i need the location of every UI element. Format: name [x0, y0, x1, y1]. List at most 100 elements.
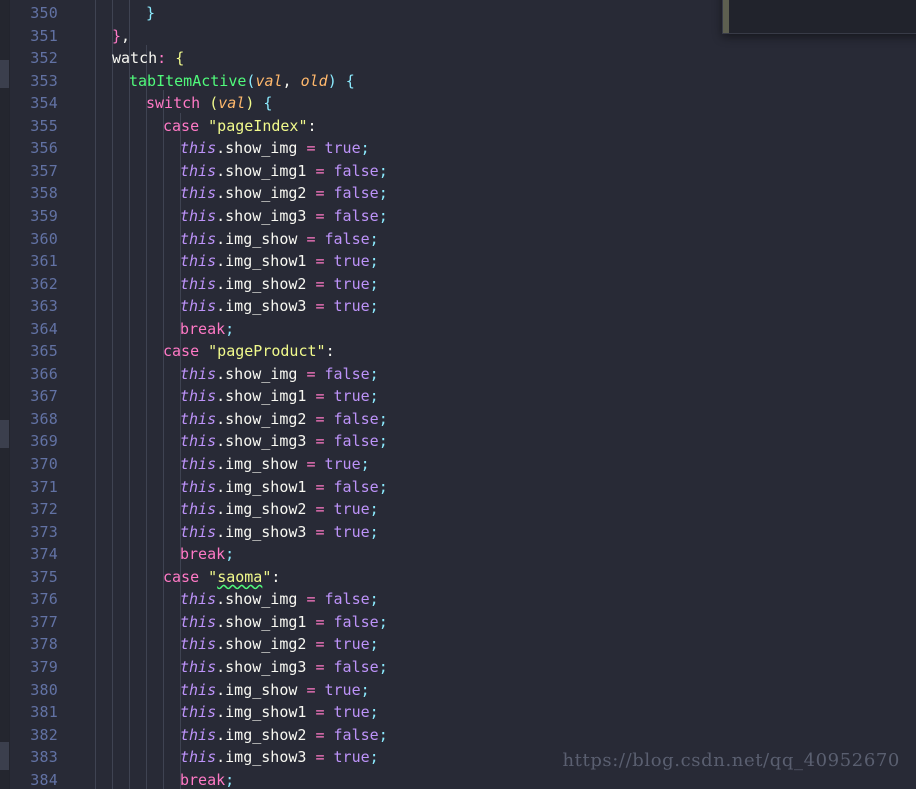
code-token: [325, 523, 334, 541]
code-token: false: [334, 658, 379, 676]
code-line[interactable]: 375case "saoma":: [0, 566, 916, 589]
code-line[interactable]: 378this.show_img2 = true;: [0, 633, 916, 656]
code-line[interactable]: 363this.img_show3 = true;: [0, 295, 916, 318]
line-code[interactable]: this.show_img = false;: [180, 588, 379, 611]
code-line[interactable]: 368this.show_img2 = false;: [0, 408, 916, 431]
line-code[interactable]: break;: [180, 318, 234, 341]
code-token: [325, 658, 334, 676]
code-surface[interactable]: 350}351},352watch: {353tabItemActive(val…: [0, 0, 916, 789]
line-code[interactable]: this.show_img = true;: [180, 137, 370, 160]
code-token: [325, 207, 334, 225]
line-code[interactable]: break;: [180, 769, 234, 789]
code-line[interactable]: 369this.show_img3 = false;: [0, 430, 916, 453]
code-token: ;: [370, 297, 379, 315]
code-line[interactable]: 358this.show_img2 = false;: [0, 182, 916, 205]
line-code[interactable]: },: [112, 25, 130, 48]
code-line[interactable]: 377 this.show_img1 = false;: [0, 611, 916, 634]
line-code[interactable]: this.img_show3 = true;: [180, 295, 379, 318]
line-code[interactable]: this.show_img1 = false;: [180, 160, 388, 183]
line-code[interactable]: case "pageIndex":: [163, 115, 317, 138]
code-token: this: [180, 432, 216, 450]
line-code[interactable]: this.img_show3 = true;: [180, 746, 379, 769]
code-token: ": [208, 568, 217, 586]
autocomplete-popup[interactable]: show_i: [722, 0, 916, 34]
code-line[interactable]: 376this.show_img = false;: [0, 588, 916, 611]
code-token: ;: [370, 230, 379, 248]
code-token: [199, 342, 208, 360]
line-code[interactable]: this.show_img2 = true;: [180, 633, 379, 656]
line-code[interactable]: this.show_img2 = false;: [180, 182, 388, 205]
code-editor[interactable]: 350}351},352watch: {353tabItemActive(val…: [0, 0, 916, 789]
code-token: [315, 681, 324, 699]
code-token: .img_show3: [216, 748, 306, 766]
code-token: [325, 703, 334, 721]
line-code[interactable]: switch (val) {: [146, 92, 272, 115]
code-line[interactable]: 360this.img_show = false;: [0, 228, 916, 251]
code-line[interactable]: 359this.show_img3 = false;: [0, 205, 916, 228]
code-line[interactable]: 370this.img_show = true;: [0, 453, 916, 476]
code-token: ;: [370, 387, 379, 405]
code-token: [337, 72, 346, 90]
code-token: true: [334, 500, 370, 518]
line-code[interactable]: this.img_show1 = true;: [180, 250, 379, 273]
line-code[interactable]: this.show_img1 = true;: [180, 385, 379, 408]
code-token: switch: [146, 94, 200, 112]
code-line[interactable]: 379this.show_img3 = false;: [0, 656, 916, 679]
code-line[interactable]: 362 this.img_show2 = true;: [0, 273, 916, 296]
code-line[interactable]: 353tabItemActive(val, old) {: [0, 70, 916, 93]
code-token: val: [218, 94, 245, 112]
line-number: 371: [0, 476, 58, 499]
line-code[interactable]: this.img_show = true;: [180, 453, 370, 476]
line-code[interactable]: tabItemActive(val, old) {: [129, 70, 355, 93]
code-line[interactable]: 365case "pageProduct":: [0, 340, 916, 363]
code-line[interactable]: 381this.img_show1 = true;: [0, 701, 916, 724]
code-line[interactable]: 367this.show_img1 = true;: [0, 385, 916, 408]
line-code[interactable]: watch: {: [112, 47, 184, 70]
line-code[interactable]: this.show_img3 = false;: [180, 205, 388, 228]
line-number: 377: [0, 611, 58, 634]
line-code[interactable]: this.img_show3 = true;: [180, 521, 379, 544]
code-line[interactable]: 371 this.img_show1 = false;: [0, 476, 916, 499]
line-code[interactable]: case "saoma":: [163, 566, 280, 589]
line-code[interactable]: this.img_show2 = true;: [180, 498, 379, 521]
code-line[interactable]: 354switch (val) {: [0, 92, 916, 115]
line-code[interactable]: this.show_img = false;: [180, 363, 379, 386]
line-code[interactable]: this.img_show1 = true;: [180, 701, 379, 724]
line-code[interactable]: }: [146, 2, 155, 25]
line-number: 362: [0, 273, 58, 296]
code-line[interactable]: 372this.img_show2 = true;: [0, 498, 916, 521]
code-line[interactable]: 374break;: [0, 543, 916, 566]
code-token: case: [163, 568, 199, 586]
code-line[interactable]: 355case "pageIndex":: [0, 115, 916, 138]
code-line[interactable]: 352watch: {: [0, 47, 916, 70]
code-token: true: [334, 387, 370, 405]
line-code[interactable]: break;: [180, 543, 234, 566]
code-line[interactable]: 364break;: [0, 318, 916, 341]
code-line[interactable]: 373this.img_show3 = true;: [0, 521, 916, 544]
line-code[interactable]: this.img_show1 = false;: [180, 476, 388, 499]
code-line[interactable]: 356this.show_img = true;: [0, 137, 916, 160]
code-token: true: [325, 681, 361, 699]
code-token: .img_show: [216, 230, 297, 248]
line-code[interactable]: this.show_img1 = false;: [180, 611, 388, 634]
line-code[interactable]: this.img_show = true;: [180, 679, 370, 702]
code-token: [315, 365, 324, 383]
code-line[interactable]: 382this.img_show2 = false;: [0, 724, 916, 747]
code-line[interactable]: 384break;: [0, 769, 916, 789]
line-code[interactable]: case "pageProduct":: [163, 340, 335, 363]
code-token: ;: [379, 658, 388, 676]
line-code[interactable]: this.img_show = false;: [180, 228, 379, 251]
line-code[interactable]: this.show_img3 = false;: [180, 656, 388, 679]
code-token: ;: [370, 365, 379, 383]
code-token: this: [180, 658, 216, 676]
code-token: ,: [121, 27, 130, 45]
code-line[interactable]: 357this.show_img1 = false;: [0, 160, 916, 183]
line-code[interactable]: this.show_img2 = false;: [180, 408, 388, 431]
line-code[interactable]: this.img_show2 = false;: [180, 724, 388, 747]
line-code[interactable]: this.img_show2 = true;: [180, 273, 379, 296]
code-line[interactable]: 361this.img_show1 = true;: [0, 250, 916, 273]
code-line[interactable]: 366this.show_img = false;: [0, 363, 916, 386]
code-token: .img_show2: [216, 275, 306, 293]
code-line[interactable]: 380this.img_show = true;: [0, 679, 916, 702]
line-code[interactable]: this.show_img3 = false;: [180, 430, 388, 453]
